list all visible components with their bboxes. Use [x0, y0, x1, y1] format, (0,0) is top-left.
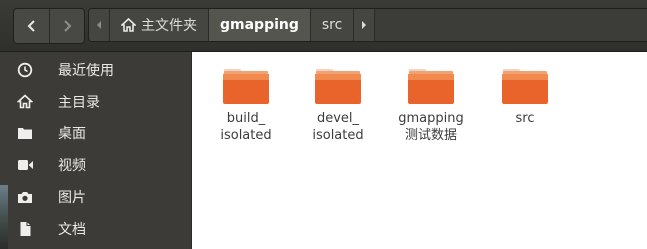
sidebar-item-home[interactable]: 主目录: [0, 86, 192, 117]
sidebar-item-label: 最近使用: [58, 62, 114, 79]
sidebar-item-label: 主目录: [58, 94, 100, 111]
home-icon: [16, 93, 34, 111]
video-icon: [16, 156, 34, 174]
file-item-folder[interactable]: devel_ isolated: [292, 60, 384, 144]
triangle-right-icon: [362, 21, 367, 29]
back-button[interactable]: [14, 9, 49, 43]
sidebar-item-documents[interactable]: 文档: [0, 213, 192, 244]
sidebar: 最近使用 主目录 桌面 视频 图片 文档: [0, 52, 192, 249]
path-scroll-right-button[interactable]: [354, 9, 376, 41]
navigation-buttons: [13, 8, 85, 44]
window-shadow-strip: [0, 185, 8, 249]
forward-button[interactable]: [49, 9, 84, 43]
sidebar-item-pictures[interactable]: 图片: [0, 181, 192, 212]
file-item-folder[interactable]: build_ isolated: [200, 60, 292, 144]
folder-icon: [408, 69, 454, 104]
header-bar: 主文件夹 gmapping src: [0, 0, 647, 52]
sidebar-item-label: 图片: [58, 189, 86, 206]
triangle-left-icon: [97, 21, 101, 29]
camera-icon: [16, 188, 34, 206]
sidebar-item-label: 视频: [58, 157, 86, 174]
file-name: gmapping 测试数据: [398, 111, 464, 143]
sidebar-item-desktop[interactable]: 桌面: [0, 117, 192, 148]
file-name: devel_ isolated: [312, 111, 364, 143]
breadcrumb-label: src: [321, 17, 343, 33]
file-name: src: [515, 111, 535, 126]
chevron-right-icon: [64, 20, 72, 32]
path-bar: 主文件夹 gmapping src: [88, 8, 647, 42]
document-icon: [16, 220, 34, 238]
breadcrumb-gmapping[interactable]: gmapping: [209, 9, 311, 41]
sidebar-item-videos[interactable]: 视频: [0, 149, 192, 180]
sidebar-item-label: 文档: [58, 221, 86, 238]
file-item-folder[interactable]: src: [479, 60, 571, 127]
breadcrumb-label: gmapping: [220, 17, 299, 33]
folder-icon: [223, 69, 269, 104]
folder-icon: [315, 69, 361, 104]
chevron-left-icon: [27, 20, 35, 32]
breadcrumb-label: 主文件夹: [141, 18, 197, 34]
folder-icon: [502, 69, 548, 104]
breadcrumb-src[interactable]: src: [310, 9, 355, 41]
sidebar-item-label: 桌面: [58, 125, 86, 142]
desktop-folder-icon: [16, 124, 34, 142]
path-scroll-left-button[interactable]: [89, 9, 110, 41]
sidebar-item-recent[interactable]: 最近使用: [0, 54, 192, 85]
home-icon: [121, 18, 136, 32]
file-name: build_ isolated: [220, 111, 272, 143]
clock-icon: [16, 61, 34, 79]
file-item-folder[interactable]: gmapping 测试数据: [385, 60, 477, 144]
breadcrumb-home[interactable]: 主文件夹: [110, 9, 209, 41]
file-view: build_ isolated devel_ isolated gmapping…: [193, 52, 647, 249]
